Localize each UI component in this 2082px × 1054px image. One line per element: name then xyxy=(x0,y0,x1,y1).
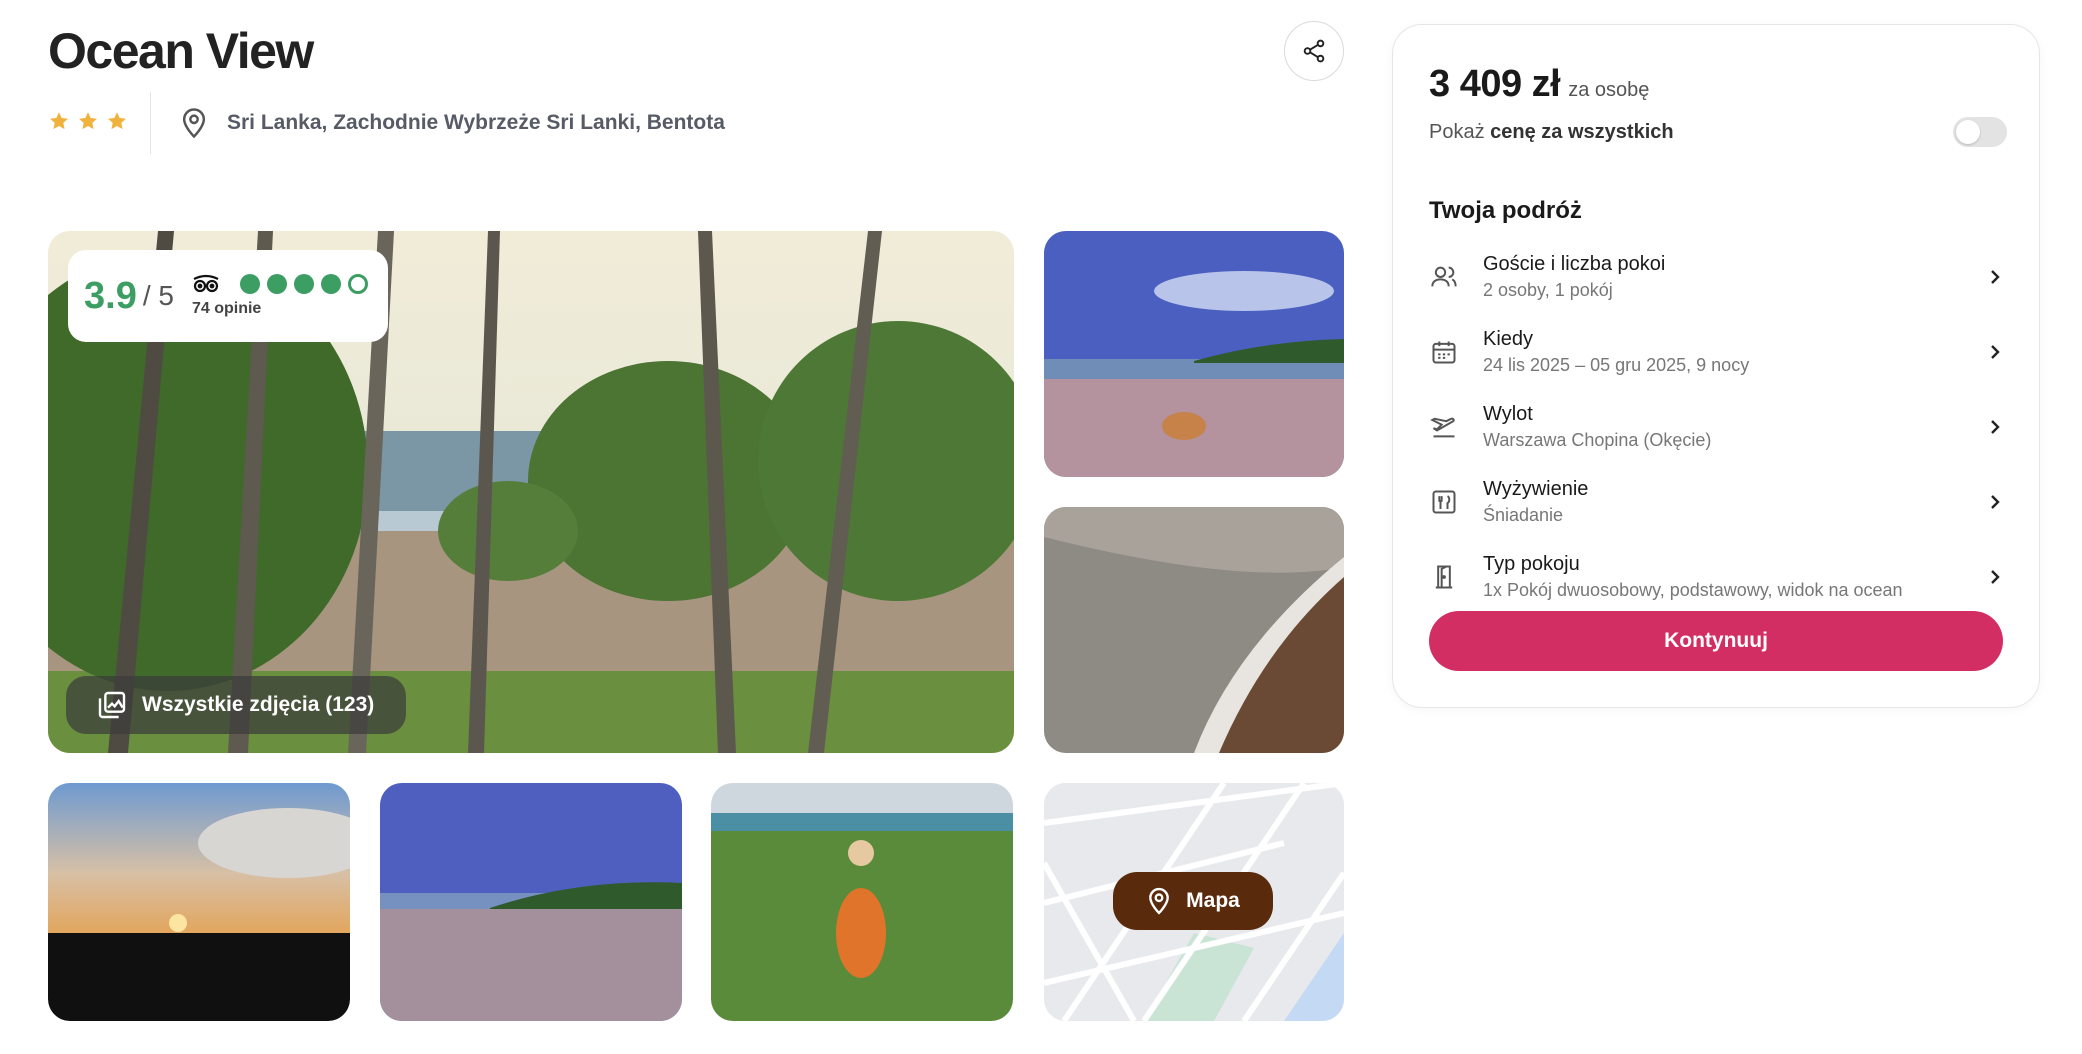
meal-icon xyxy=(1429,487,1459,517)
share-button[interactable] xyxy=(1284,21,1344,81)
trip-item-value: 2 osoby, 1 pokój xyxy=(1483,279,1613,300)
all-photos-button[interactable]: Wszystkie zdjęcia (123) xyxy=(66,676,407,734)
trip-item-value: Warszawa Chopina (Okęcie) xyxy=(1483,429,1712,450)
photo-beach[interactable] xyxy=(380,783,682,1021)
map-button[interactable]: Mapa xyxy=(1113,872,1273,930)
rating-circle-filled xyxy=(266,274,287,294)
photo-beach-coconut[interactable] xyxy=(1044,231,1344,477)
chevron-right-icon xyxy=(1983,565,2007,589)
hotel-meta: Sri Lanka, Zachodnie Wybrzeże Sri Lanki,… xyxy=(48,92,725,154)
trip-item-dates[interactable]: Kiedy 24 lis 2025 – 05 gru 2025, 9 nocy xyxy=(1429,314,2007,389)
price: 3 409 zł xyxy=(1429,63,1561,105)
hotel-location[interactable]: Sri Lanka, Zachodnie Wybrzeże Sri Lanki,… xyxy=(227,111,725,135)
trip-item-room[interactable]: Typ pokoju 1x Pokój dwuosobowy, podstawo… xyxy=(1429,539,2007,614)
trip-item-label: Typ pokoju xyxy=(1483,552,1580,575)
booking-card: 3 409 zł za osobę Pokaż cenę za wszystki… xyxy=(1392,24,2040,708)
divider xyxy=(150,92,151,154)
trip-item-meals[interactable]: Wyżywienie Śniadanie xyxy=(1429,464,2007,539)
trip-item-value: 1x Pokój dwuosobowy, podstawowy, widok n… xyxy=(1483,579,1903,600)
trip-item-label: Wylot xyxy=(1483,402,1533,425)
total-price-toggle-row: Pokaż cenę za wszystkich xyxy=(1429,117,2007,147)
plane-departure-icon xyxy=(1429,412,1459,442)
chevron-right-icon xyxy=(1983,265,2007,289)
door-icon xyxy=(1429,562,1459,592)
trip-list: Goście i liczba pokoi 2 osoby, 1 pokój K… xyxy=(1429,239,2007,614)
rating-value: 3.9 xyxy=(84,274,137,317)
trip-item-value: 24 lis 2025 – 05 gru 2025, 9 nocy xyxy=(1483,354,1750,375)
price-row: 3 409 zł za osobę xyxy=(1429,63,1649,106)
all-photos-label: Wszystkie zdjęcia (123) xyxy=(142,693,375,716)
hotel-title: Ocean View xyxy=(48,23,314,79)
trip-item-label: Kiedy xyxy=(1483,327,1534,350)
rating-circle-filled xyxy=(293,274,314,294)
share-icon xyxy=(1303,39,1325,63)
chevron-right-icon xyxy=(1983,340,2007,364)
hotel-stars xyxy=(48,110,150,137)
toggle-label: Pokaż cenę za wszystkich xyxy=(1429,120,1674,143)
location-pin-icon xyxy=(179,107,211,139)
chevron-right-icon xyxy=(1983,490,2007,514)
rating-details: 74 opinie xyxy=(192,274,368,318)
star-icon xyxy=(48,110,70,137)
trip-item-value: Śniadanie xyxy=(1483,504,1564,525)
photo-woman-garden[interactable] xyxy=(711,783,1013,1021)
photo-shoreline[interactable] xyxy=(1044,507,1344,753)
price-unit: za osobę xyxy=(1568,79,1650,101)
rating-max: / 5 xyxy=(142,280,174,311)
location-pin-icon xyxy=(1149,887,1170,915)
rating-circles xyxy=(192,274,368,294)
reviews-count[interactable]: 74 opinie xyxy=(192,300,368,318)
trip-item-departure[interactable]: Wylot Warszawa Chopina (Okęcie) xyxy=(1429,389,2007,464)
chevron-right-icon xyxy=(1983,415,2007,439)
rating-circle-empty xyxy=(347,274,368,294)
rating-circle-filled xyxy=(239,274,260,294)
gallery-icon xyxy=(98,691,126,719)
trip-item-guests[interactable]: Goście i liczba pokoi 2 osoby, 1 pokój xyxy=(1429,239,2007,314)
photo-sunset[interactable] xyxy=(48,783,350,1021)
star-icon xyxy=(77,110,99,137)
continue-button[interactable]: Kontynuuj xyxy=(1429,611,2003,671)
calendar-icon xyxy=(1429,337,1459,367)
tripadvisor-icon xyxy=(193,274,219,293)
trip-title: Twoja podróż xyxy=(1429,197,1582,224)
guests-icon xyxy=(1429,262,1459,292)
star-icon xyxy=(106,110,128,137)
rating-circle-filled xyxy=(320,274,341,294)
trip-item-label: Goście i liczba pokoi xyxy=(1483,252,1666,275)
rating-card[interactable]: 3.9 / 5 74 opinie xyxy=(68,250,388,342)
total-price-toggle[interactable] xyxy=(1953,117,2007,147)
trip-item-label: Wyżywienie xyxy=(1483,477,1589,500)
map-label: Mapa xyxy=(1186,889,1240,912)
